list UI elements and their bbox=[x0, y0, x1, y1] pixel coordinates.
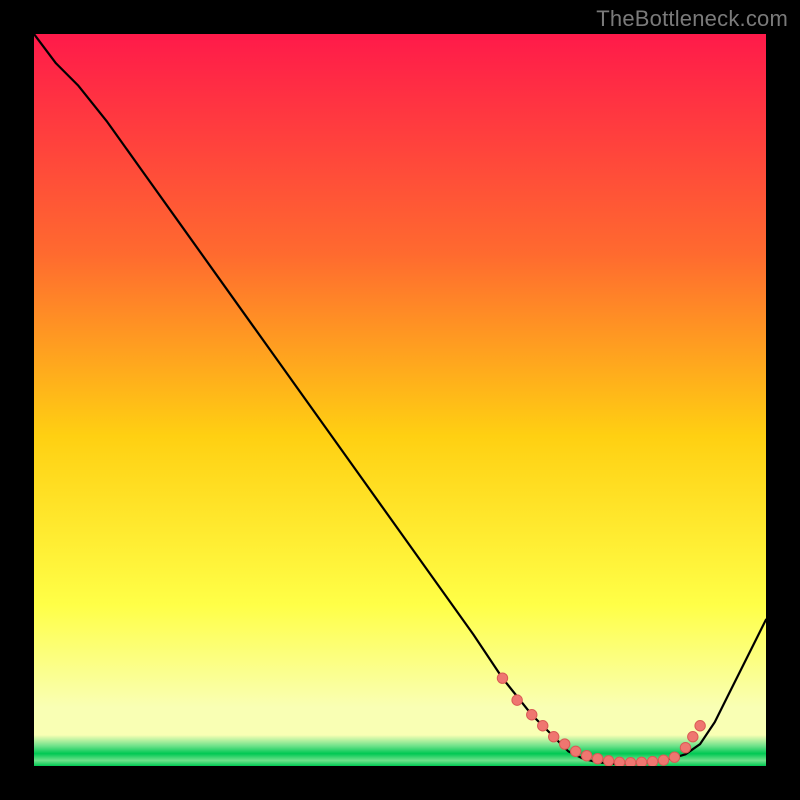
bottleneck-curve-svg bbox=[34, 34, 766, 766]
highlight-marker bbox=[647, 756, 657, 766]
highlight-marker bbox=[560, 739, 570, 749]
highlight-marker bbox=[512, 695, 522, 705]
highlight-marker bbox=[592, 753, 602, 763]
highlight-marker bbox=[636, 757, 646, 766]
highlight-marker bbox=[669, 752, 679, 762]
highlight-marker bbox=[527, 710, 537, 720]
watermark-text: TheBottleneck.com bbox=[596, 6, 788, 32]
highlight-markers-group bbox=[497, 673, 705, 766]
highlight-marker bbox=[680, 743, 690, 753]
highlight-marker bbox=[497, 673, 507, 683]
highlight-marker bbox=[581, 751, 591, 761]
highlight-marker bbox=[625, 758, 635, 766]
highlight-marker bbox=[538, 721, 548, 731]
highlight-marker bbox=[658, 755, 668, 765]
chart-frame: TheBottleneck.com bbox=[0, 0, 800, 800]
highlight-marker bbox=[695, 721, 705, 731]
highlight-marker bbox=[549, 732, 559, 742]
bottleneck-curve-line bbox=[34, 34, 766, 764]
highlight-marker bbox=[570, 746, 580, 756]
highlight-marker bbox=[614, 757, 624, 766]
plot-area bbox=[34, 34, 766, 766]
highlight-marker bbox=[688, 732, 698, 742]
highlight-marker bbox=[603, 756, 613, 766]
